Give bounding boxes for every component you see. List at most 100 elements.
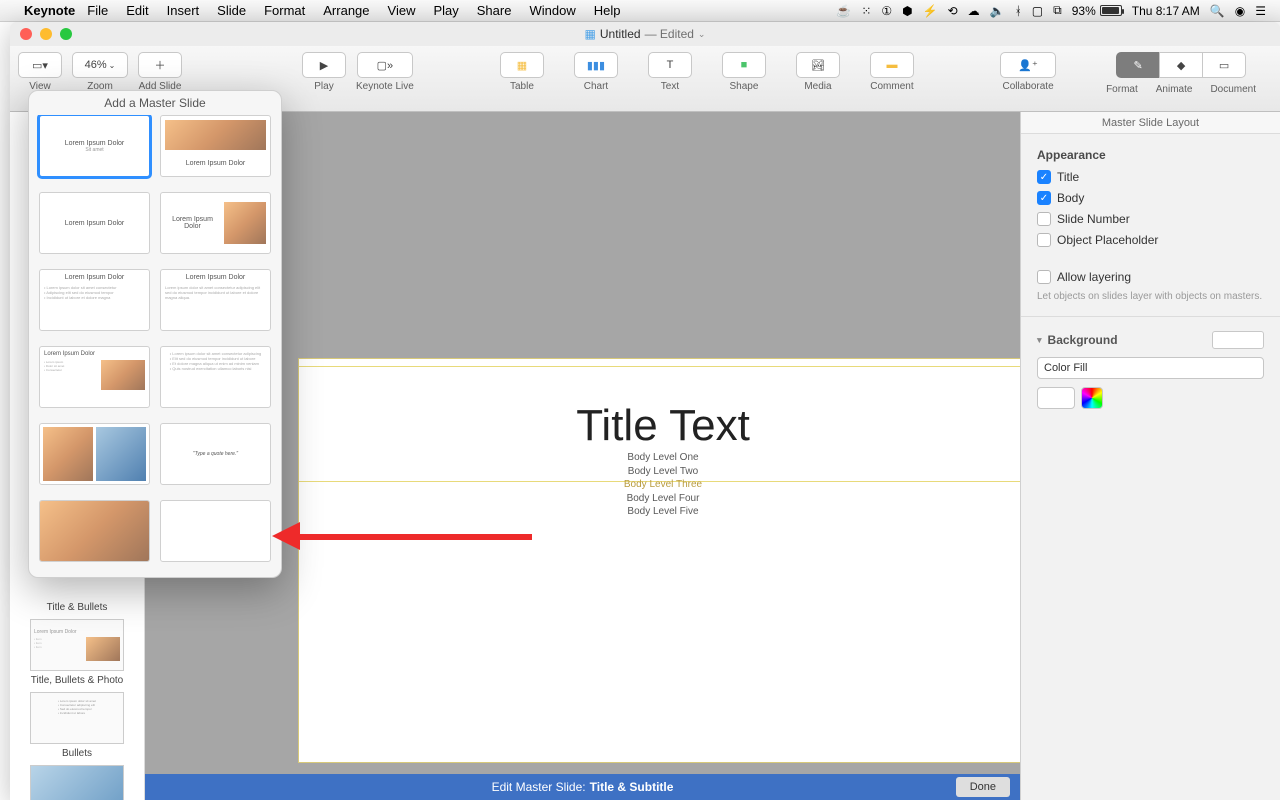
status-wifi-icon[interactable]: ⧉	[1053, 3, 1062, 18]
menu-slide[interactable]: Slide	[217, 3, 246, 18]
window-controls	[20, 28, 72, 40]
master-quote[interactable]: "Type a quote here."	[160, 423, 271, 485]
notification-center-icon[interactable]: ☰	[1255, 4, 1266, 18]
play-button[interactable]: ▶	[302, 52, 346, 78]
table-button[interactable]: ▦	[500, 52, 544, 78]
play-label: Play	[314, 81, 333, 92]
status-grid-icon[interactable]: ⁙	[861, 4, 871, 18]
master-bullets-only[interactable]: • Lorem ipsum dolor sit amet consectetur…	[160, 346, 271, 408]
spotlight-icon[interactable]: 🔍	[1210, 4, 1225, 18]
slide-number-checkbox[interactable]: Slide Number	[1037, 212, 1264, 226]
menu-view[interactable]: View	[388, 3, 416, 18]
table-label: Table	[510, 81, 534, 92]
keynote-live-button[interactable]: ▢»	[357, 52, 413, 78]
menu-format[interactable]: Format	[264, 3, 305, 18]
status-coffee-icon[interactable]: ☕	[836, 4, 851, 18]
collaborate-button[interactable]: 👤⁺	[1000, 52, 1056, 78]
slide[interactable]: Title Text Body Level One Body Level Two…	[298, 358, 1020, 763]
inspector-header: Master Slide Layout	[1021, 112, 1280, 134]
menu-file[interactable]: File	[87, 3, 108, 18]
allow-layering-checkbox[interactable]: Allow layering	[1037, 270, 1264, 284]
document-title[interactable]: ▦ Untitled — Edited ⌄	[585, 27, 706, 41]
master-two-photo[interactable]	[39, 423, 150, 485]
status-bolt-icon[interactable]: ⚡	[923, 4, 938, 18]
object-placeholder-checkbox[interactable]: Object Placeholder	[1037, 233, 1264, 247]
status-cloud-icon[interactable]: ☁︎	[968, 4, 980, 18]
master-title-text[interactable]: Lorem Ipsum DolorLorem ipsum dolor sit a…	[160, 269, 271, 331]
status-bluetooth-icon[interactable]: ᚼ	[1015, 4, 1022, 18]
navigator-thumb[interactable]: • Lorem ipsum dolor sit amet• Consectetu…	[30, 692, 124, 744]
siri-icon[interactable]: ◉	[1235, 4, 1245, 18]
master-photo-title[interactable]: Lorem Ipsum Dolor	[160, 115, 271, 177]
master-title-center[interactable]: Lorem Ipsum Dolor	[39, 192, 150, 254]
status-updates-icon[interactable]: ①	[881, 4, 892, 18]
body-checkbox[interactable]: ✓Body	[1037, 191, 1264, 205]
menu-arrange[interactable]: Arrange	[323, 3, 369, 18]
color-picker-button[interactable]	[1081, 387, 1103, 409]
status-sync-icon[interactable]: ⟲	[948, 4, 958, 18]
navigator-label: Bullets	[10, 748, 144, 759]
navigator-thumb[interactable]: Lorem Ipsum Dolor• item• item• item	[30, 619, 124, 671]
media-button[interactable]: 🏞	[796, 52, 840, 78]
minimize-button[interactable]	[40, 28, 52, 40]
slide-title-placeholder[interactable]: Title Text	[299, 401, 1020, 451]
title-checkbox[interactable]: ✓Title	[1037, 170, 1264, 184]
animate-tab[interactable]: ◆	[1159, 52, 1203, 78]
master-title-bullets[interactable]: Lorem Ipsum Dolor• Lorem ipsum dolor sit…	[39, 269, 150, 331]
color-well[interactable]	[1037, 387, 1075, 409]
text-button[interactable]: T	[648, 52, 692, 78]
status-volume-icon[interactable]: 🔈	[990, 4, 1005, 18]
master-blank[interactable]	[160, 500, 271, 562]
navigator-label: Title, Bullets & Photo	[10, 675, 144, 686]
background-disclosure[interactable]: ▸Background	[1037, 333, 1118, 347]
status-airplay-icon[interactable]: ▢	[1032, 4, 1043, 18]
chart-label: Chart	[584, 81, 608, 92]
status-dropbox-icon[interactable]: ⬢	[902, 4, 912, 18]
zoom-button[interactable]: 46%⌄	[72, 52, 128, 78]
close-button[interactable]	[20, 28, 32, 40]
shape-button[interactable]: ■	[722, 52, 766, 78]
allow-layering-help: Let objects on slides layer with objects…	[1037, 291, 1264, 302]
shape-label: Shape	[729, 81, 758, 92]
document-tab[interactable]: ▭	[1202, 52, 1246, 78]
inspector-panel: Master Slide Layout Appearance ✓Title ✓B…	[1020, 112, 1280, 800]
menu-play[interactable]: Play	[433, 3, 458, 18]
navigator-thumb[interactable]	[30, 765, 124, 800]
menu-edit[interactable]: Edit	[126, 3, 148, 18]
add-slide-button[interactable]: ＋	[138, 52, 182, 78]
master-title-bullets-photo[interactable]: Lorem Ipsum Dolor• Lorem ipsum• Dolor si…	[39, 346, 150, 408]
fill-type-select[interactable]: Color Fill⌃⌄	[1037, 357, 1264, 379]
menu-share[interactable]: Share	[477, 3, 512, 18]
format-label: Format	[1106, 84, 1138, 95]
edit-master-bar: Edit Master Slide: Title & Subtitle Done	[145, 774, 1020, 800]
window-titlebar: ▦ Untitled — Edited ⌄	[10, 22, 1280, 46]
add-master-slide-popover: Add a Master Slide Lorem Ipsum DolorSit …	[28, 90, 282, 578]
fullscreen-button[interactable]	[60, 28, 72, 40]
master-grid: Lorem Ipsum DolorSit amet Lorem Ipsum Do…	[29, 115, 281, 577]
body-level-1: Body Level One	[299, 451, 1020, 465]
master-photo-right[interactable]: Lorem Ipsum Dolor	[160, 192, 271, 254]
collaborate-label: Collaborate	[1003, 81, 1054, 92]
comment-label: Comment	[870, 81, 913, 92]
appearance-section: Appearance	[1037, 148, 1264, 162]
animate-label: Animate	[1156, 84, 1193, 95]
text-label: Text	[661, 81, 679, 92]
master-full-photo[interactable]	[39, 500, 150, 562]
format-tab[interactable]: ✎	[1116, 52, 1160, 78]
done-button[interactable]: Done	[956, 777, 1010, 797]
menu-help[interactable]: Help	[594, 3, 621, 18]
status-battery-percent[interactable]: 93%	[1072, 4, 1122, 18]
background-well[interactable]	[1212, 331, 1264, 349]
comment-button[interactable]: ▬	[870, 52, 914, 78]
slide-body-placeholder[interactable]: Body Level One Body Level Two Body Level…	[299, 451, 1020, 519]
chart-button[interactable]: ▮▮▮	[574, 52, 618, 78]
body-level-2: Body Level Two	[299, 465, 1020, 479]
status-clock[interactable]: Thu 8:17 AM	[1132, 4, 1200, 18]
menu-window[interactable]: Window	[529, 3, 575, 18]
body-level-3: Body Level Three	[299, 478, 1020, 492]
master-title-subtitle[interactable]: Lorem Ipsum DolorSit amet	[39, 115, 150, 177]
app-menu[interactable]: Keynote	[24, 3, 75, 18]
macos-menubar: Keynote File Edit Insert Slide Format Ar…	[0, 0, 1280, 22]
menu-insert[interactable]: Insert	[167, 3, 200, 18]
view-button[interactable]: ▭▾	[18, 52, 62, 78]
